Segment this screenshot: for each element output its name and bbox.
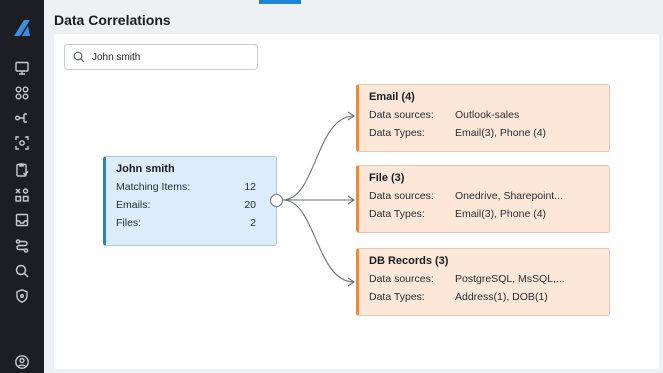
source-row: Emails: 20 bbox=[116, 199, 266, 211]
search-icon bbox=[73, 51, 85, 63]
data-types-label: Data Types: bbox=[369, 208, 425, 220]
target-card-file[interactable]: File (3) Data sources: Onedrive, Sharepo… bbox=[356, 165, 610, 233]
data-sources-label: Data sources: bbox=[369, 190, 434, 202]
face-scan-icon[interactable] bbox=[12, 133, 32, 153]
search-box[interactable] bbox=[64, 44, 258, 70]
data-types-value: Email(3), Phone (4) bbox=[455, 127, 547, 139]
data-sources-value: Outlook-sales bbox=[455, 109, 520, 121]
target-card-email[interactable]: Email (4) Data sources: Outlook-sales Da… bbox=[356, 84, 610, 152]
logo-icon[interactable] bbox=[10, 16, 34, 40]
search-input[interactable] bbox=[92, 51, 242, 63]
source-entity-card[interactable]: John smith Matching Items: 12 Emails: 20… bbox=[103, 156, 277, 246]
source-row: Files: 2 bbox=[116, 217, 266, 229]
top-accent-bar bbox=[259, 0, 301, 4]
data-types-row: Data Types: Email(3), Phone (4) bbox=[369, 127, 599, 139]
inbox-icon[interactable] bbox=[12, 210, 32, 230]
data-sources-value: Onedrive, Sharepoint... bbox=[455, 190, 563, 202]
data-types-value: Address(1), DOB(1) bbox=[455, 291, 548, 303]
grid-icon[interactable] bbox=[12, 83, 32, 103]
monitor-icon[interactable] bbox=[12, 58, 32, 78]
shapes-icon[interactable] bbox=[12, 185, 32, 205]
target-card-title: File (3) bbox=[369, 172, 405, 184]
source-row-label: Matching Items: bbox=[116, 181, 191, 193]
target-card-title: DB Records (3) bbox=[369, 255, 449, 267]
data-types-label: Data Types: bbox=[369, 127, 425, 139]
data-types-label: Data Types: bbox=[369, 291, 425, 303]
source-row-value: 12 bbox=[244, 181, 256, 193]
search-zoom-icon[interactable] bbox=[12, 261, 32, 281]
source-entity-name: John smith bbox=[116, 163, 175, 175]
data-sources-row: Data sources: Outlook-sales bbox=[369, 109, 599, 121]
connector-email bbox=[282, 115, 355, 201]
source-row: Matching Items: 12 bbox=[116, 181, 266, 193]
user-icon[interactable] bbox=[12, 352, 32, 372]
source-row-label: Files: bbox=[116, 217, 142, 229]
data-types-value: Email(3), Phone (4) bbox=[455, 208, 547, 220]
route-icon[interactable] bbox=[12, 236, 32, 256]
source-row-value: 20 bbox=[244, 199, 256, 211]
data-types-row: Data Types: Address(1), DOB(1) bbox=[369, 291, 599, 303]
data-sources-label: Data sources: bbox=[369, 273, 434, 285]
main-panel: John smith Matching Items: 12 Emails: 20… bbox=[54, 34, 659, 369]
data-sources-value: PostgreSQL, MsSQL,... bbox=[455, 273, 565, 285]
connector-db bbox=[282, 199, 355, 283]
sidebar bbox=[0, 0, 44, 373]
source-row-label: Emails: bbox=[116, 199, 151, 211]
data-types-row: Data Types: Email(3), Phone (4) bbox=[369, 208, 599, 220]
clipboard-check-icon[interactable] bbox=[12, 160, 32, 180]
connector-node[interactable] bbox=[270, 194, 283, 207]
target-card-db-records[interactable]: DB Records (3) Data sources: PostgreSQL,… bbox=[356, 248, 610, 316]
source-row-value: 2 bbox=[250, 217, 256, 229]
data-sources-row: Data sources: Onedrive, Sharepoint... bbox=[369, 190, 599, 202]
data-sources-label: Data sources: bbox=[369, 109, 434, 121]
share-icon[interactable] bbox=[12, 108, 32, 128]
shield-icon[interactable] bbox=[12, 286, 32, 306]
target-card-title: Email (4) bbox=[369, 91, 415, 103]
page-title: Data Correlations bbox=[54, 12, 171, 28]
data-sources-row: Data sources: PostgreSQL, MsSQL,... bbox=[369, 273, 599, 285]
